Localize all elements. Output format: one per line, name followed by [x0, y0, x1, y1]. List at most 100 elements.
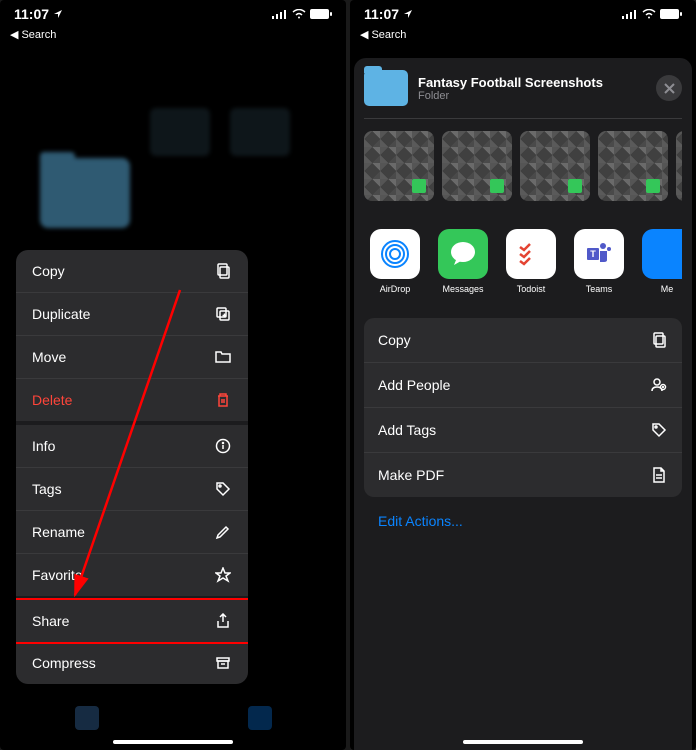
app-label: Teams [586, 284, 613, 294]
status-bar: 11:07 [350, 0, 696, 28]
action-copy[interactable]: Copy [364, 318, 682, 363]
back-nav[interactable]: ◀ Search [350, 28, 696, 47]
share-app-me[interactable]: Me [640, 229, 682, 294]
add-people-icon [650, 376, 668, 394]
menu-item-label: Delete [32, 392, 72, 408]
menu-item-label: Copy [32, 263, 65, 279]
menu-item-tags[interactable]: Tags [16, 468, 248, 511]
back-label: Search [371, 29, 406, 41]
blurred-folder [150, 108, 210, 156]
svg-text:T: T [590, 249, 596, 259]
back-label: Search [21, 29, 56, 41]
folder-icon [214, 348, 232, 366]
action-list: Copy Add People Add Tags Make PDF [364, 318, 682, 497]
duplicate-icon [214, 305, 232, 323]
close-button[interactable] [656, 75, 682, 101]
app-icon [438, 229, 488, 279]
action-make-pdf[interactable]: Make PDF [364, 453, 682, 497]
preview-thumbnail[interactable] [676, 131, 682, 201]
menu-item-label: Tags [32, 481, 62, 497]
tag-icon [650, 421, 668, 439]
action-add-people[interactable]: Add People [364, 363, 682, 408]
home-indicator[interactable] [113, 740, 233, 744]
pencil-icon [214, 523, 232, 541]
menu-item-compress[interactable]: Compress [16, 642, 248, 684]
action-add-tags[interactable]: Add Tags [364, 408, 682, 453]
left-phone-screenshot: 11:07 ◀ Search Copy Duplicate Move Delete In… [0, 0, 346, 750]
sheet-title: Fantasy Football Screenshots [418, 75, 646, 90]
app-icon: T [574, 229, 624, 279]
menu-item-delete[interactable]: Delete [16, 379, 248, 425]
share-apps-row: AirDrop Messages Todoist T Teams Me [364, 213, 682, 310]
menu-item-label: Info [32, 438, 55, 454]
close-icon [664, 83, 675, 94]
signal-icon [272, 9, 288, 19]
blurred-folder [230, 108, 290, 156]
wifi-icon [642, 9, 656, 19]
action-label: Copy [378, 332, 411, 348]
menu-item-move[interactable]: Move [16, 336, 248, 379]
menu-item-favorite[interactable]: Favorite [16, 554, 248, 600]
menu-item-label: Move [32, 349, 66, 365]
right-phone-screenshot: 11:07 ◀ Search Fantasy Football Screensh… [350, 0, 696, 750]
back-chevron-icon: ◀ [360, 28, 368, 41]
menu-item-label: Share [32, 613, 69, 629]
preview-thumbnail[interactable] [364, 131, 434, 201]
action-label: Add Tags [378, 422, 436, 438]
info-icon [214, 437, 232, 455]
app-label: Todoist [517, 284, 546, 294]
edit-actions-button[interactable]: Edit Actions... [364, 497, 682, 545]
sheet-header: Fantasy Football Screenshots Folder [364, 70, 682, 118]
back-nav[interactable]: ◀ Search [0, 28, 346, 47]
menu-item-label: Favorite [32, 567, 83, 583]
menu-item-label: Compress [32, 655, 96, 671]
share-sheet: Fantasy Football Screenshots Folder AirD… [354, 58, 692, 750]
share-app-teams[interactable]: T Teams [572, 229, 626, 294]
trash-icon [214, 391, 232, 409]
preview-thumbnail[interactable] [442, 131, 512, 201]
tag-icon [214, 480, 232, 498]
app-icon [506, 229, 556, 279]
share-app-messages[interactable]: Messages [436, 229, 490, 294]
action-label: Make PDF [378, 467, 444, 483]
share-app-airdrop[interactable]: AirDrop [368, 229, 422, 294]
archive-icon [214, 654, 232, 672]
preview-row [364, 118, 682, 213]
location-icon [403, 9, 413, 19]
selected-folder [40, 158, 130, 228]
share-app-todoist[interactable]: Todoist [504, 229, 558, 294]
status-bar: 11:07 [0, 0, 346, 28]
star-icon [214, 566, 232, 584]
battery-icon [310, 9, 332, 19]
back-chevron-icon: ◀ [10, 28, 18, 41]
preview-thumbnail[interactable] [598, 131, 668, 201]
app-label: AirDrop [380, 284, 411, 294]
signal-icon [622, 9, 638, 19]
menu-item-label: Rename [32, 524, 85, 540]
menu-item-rename[interactable]: Rename [16, 511, 248, 554]
menu-item-label: Duplicate [32, 306, 90, 322]
battery-icon [660, 9, 682, 19]
location-icon [53, 9, 63, 19]
folder-icon [364, 70, 408, 106]
app-label: Messages [442, 284, 483, 294]
wifi-icon [292, 9, 306, 19]
context-menu: Copy Duplicate Move Delete Info Tags Rename Fav… [16, 250, 248, 684]
menu-item-duplicate[interactable]: Duplicate [16, 293, 248, 336]
dock [0, 706, 346, 730]
menu-item-copy[interactable]: Copy [16, 250, 248, 293]
copy-icon [650, 331, 668, 349]
menu-item-share[interactable]: Share [16, 598, 248, 644]
status-time: 11:07 [364, 6, 399, 22]
sheet-subtitle: Folder [418, 90, 646, 102]
home-indicator[interactable] [463, 740, 583, 744]
app-icon [370, 229, 420, 279]
preview-thumbnail[interactable] [520, 131, 590, 201]
status-time: 11:07 [14, 6, 49, 22]
copy-icon [214, 262, 232, 280]
document-icon [650, 466, 668, 484]
app-label: Me [661, 284, 674, 294]
app-icon [642, 229, 682, 279]
action-label: Add People [378, 377, 450, 393]
menu-item-info[interactable]: Info [16, 425, 248, 468]
